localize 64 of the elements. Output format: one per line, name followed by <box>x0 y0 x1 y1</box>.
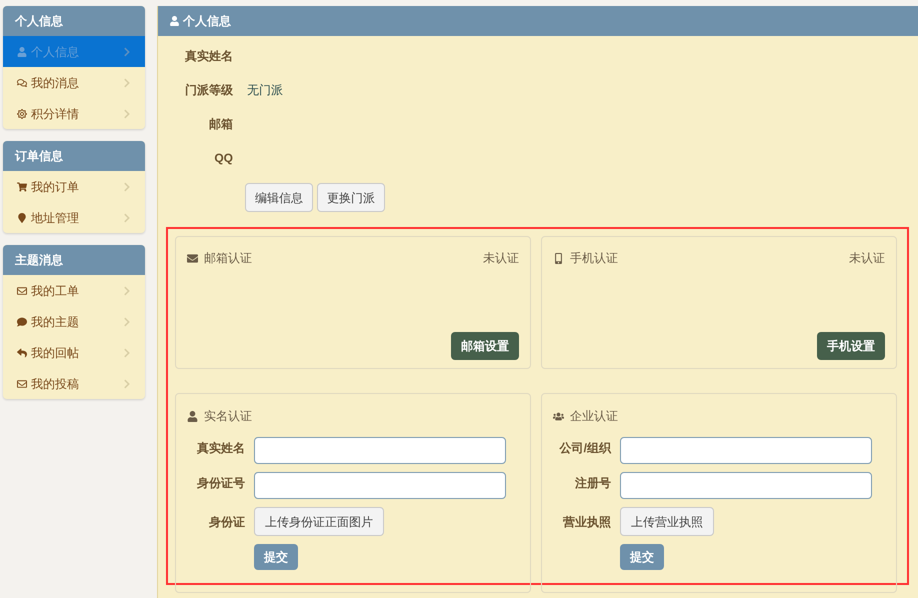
input-field[interactable] <box>254 472 506 499</box>
chevron-icon <box>123 182 131 192</box>
form-label: 公司/组织 <box>558 440 611 457</box>
status-text: 未认证 <box>849 250 885 267</box>
comments-icon <box>17 78 27 88</box>
upload-button[interactable]: 上传身份证正面图片 <box>254 507 384 536</box>
input-field[interactable] <box>620 472 872 499</box>
form-label: 真实姓名 <box>196 440 245 457</box>
submit-button[interactable]: 提交 <box>254 544 298 570</box>
card-title: 实名认证 <box>204 408 252 425</box>
status-text: 未认证 <box>483 250 519 267</box>
action-button[interactable]: 编辑信息 <box>245 183 313 212</box>
upload-button[interactable]: 上传营业执照 <box>620 507 714 536</box>
user-icon <box>170 16 179 26</box>
sidebar-item[interactable]: 我的工单 <box>3 275 145 306</box>
card-title: 邮箱认证 <box>204 250 253 267</box>
field-label: 真实姓名 <box>184 48 233 65</box>
input-field[interactable] <box>254 437 506 464</box>
sidebar-item[interactable]: 我的投稿 <box>3 368 145 399</box>
card-title: 企业认证 <box>570 408 618 425</box>
mobile-icon <box>553 252 564 264</box>
submit-button[interactable]: 提交 <box>620 544 664 570</box>
comment-icon <box>17 316 27 326</box>
users-icon <box>553 410 564 422</box>
chevron-icon <box>123 378 131 388</box>
chevron-icon <box>123 78 131 88</box>
sidebar-heading: 订单信息 <box>3 141 145 171</box>
form-label: 注册号 <box>574 475 611 492</box>
action-button[interactable]: 更换门派 <box>317 183 385 212</box>
sidebar-item[interactable]: 我的主题 <box>3 306 145 337</box>
settings-button[interactable]: 邮箱设置 <box>451 332 519 360</box>
reply-icon <box>17 348 27 358</box>
gear-icon <box>17 108 27 118</box>
chevron-icon <box>123 212 131 222</box>
user-icon <box>17 46 27 56</box>
field-label: 邮箱 <box>208 116 233 133</box>
field-value: 无门派 <box>247 82 283 99</box>
field-label: 门派等级 <box>184 82 233 99</box>
chevron-icon <box>123 46 131 56</box>
envelope-icon <box>187 252 198 264</box>
panel-title: 个人信息 <box>183 13 231 30</box>
user-icon <box>187 410 198 422</box>
map-marker-icon <box>17 212 27 222</box>
form-label: 营业执照 <box>562 514 611 530</box>
settings-button[interactable]: 手机设置 <box>817 332 885 360</box>
chevron-icon <box>123 108 131 118</box>
chevron-icon <box>123 286 131 296</box>
chevron-icon <box>123 348 131 358</box>
envelope-icon <box>17 286 27 296</box>
input-field[interactable] <box>620 437 872 464</box>
field-label: QQ <box>213 150 233 167</box>
cart-icon <box>17 182 27 192</box>
sidebar-item[interactable]: 我的消息 <box>3 67 145 98</box>
form-label: 身份证 <box>208 514 245 530</box>
chevron-icon <box>123 316 131 326</box>
sidebar-item[interactable]: 积分详情 <box>3 98 145 129</box>
sidebar-heading: 个人信息 <box>3 6 145 36</box>
sidebar-item[interactable]: 我的回帖 <box>3 337 145 368</box>
sidebar-item[interactable]: 地址管理 <box>3 202 145 233</box>
sidebar-heading: 主题消息 <box>3 245 145 275</box>
sidebar-item[interactable]: 我的订单 <box>3 171 145 202</box>
form-label: 身份证号 <box>196 475 245 492</box>
card-title: 手机认证 <box>570 250 619 267</box>
envelope-icon <box>17 378 27 388</box>
